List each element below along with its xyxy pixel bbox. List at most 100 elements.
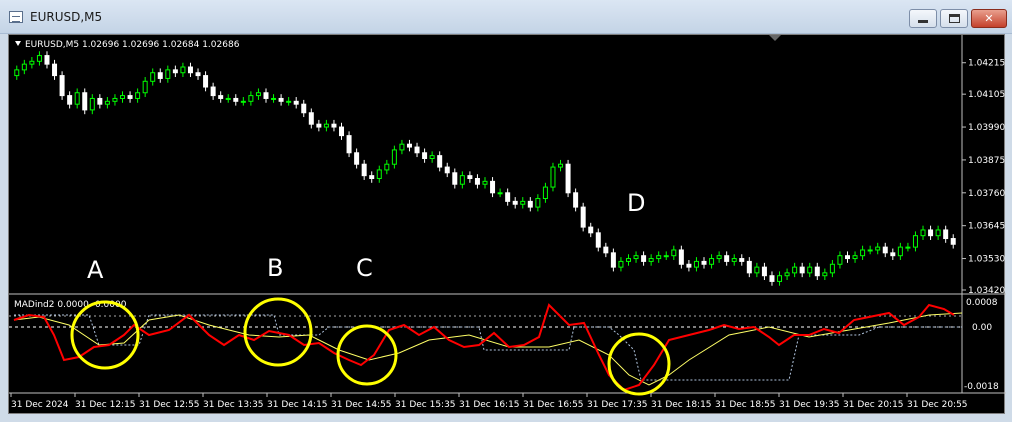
candle-body [210,86,216,97]
candle-body [739,258,745,262]
time-tick-label: 31 Dec 17:35 [587,400,648,410]
time-tick-label: 31 Dec 12:55 [139,400,200,410]
candle-body [527,200,533,208]
candle-body [150,72,156,82]
chart-frame[interactable]: EURUSD,M5 1.02696 1.02696 1.02684 1.0268… [8,34,1006,415]
candle-body [127,95,133,99]
indicator-band-upper [14,314,962,381]
candle-body [852,255,858,260]
candle-body [59,75,65,97]
candle-body [882,246,888,254]
time-tick-label: 31 Dec 12:15 [75,400,136,410]
indicator-main-line [13,303,955,392]
indicator-tick-top: 0.0008 [966,298,998,308]
candle-body [671,249,677,257]
candle-body [180,66,186,74]
candle-body [935,229,941,237]
candle-body [89,97,95,111]
highlight-circle-a [70,300,140,370]
candle-body [248,95,254,102]
candles-layer [14,51,956,286]
candle-body [573,192,579,208]
time-axis: 31 Dec 2024 31 Dec 12:15 31 Dec 12:55 31 De… [10,393,968,410]
candle-body [829,263,835,274]
candle-body [414,146,420,154]
candle-body [406,143,412,148]
candle-body [112,97,118,102]
candle-body [172,69,178,74]
candle-body [104,100,110,105]
window-titlebar[interactable]: EURUSD,M5 ✕ [0,0,1012,34]
window-title: EURUSD,M5 [30,10,103,24]
candle-body [67,95,73,105]
price-tick-label: 1.03645 [968,222,1005,232]
candle-body [595,232,601,248]
time-tick-label: 31 Dec 19:35 [779,400,840,410]
candle-body [203,75,209,88]
minimize-button[interactable] [909,9,937,28]
candle-body [746,260,752,274]
candle-body [724,255,730,262]
candle-body [777,275,783,282]
candle-body [558,163,564,168]
candle-body [837,255,843,265]
candle-body [761,266,767,277]
candle-body [263,92,269,99]
candle-body [323,123,329,128]
candle-body [656,255,662,260]
candle-body [678,249,684,265]
time-tick-label: 31 Dec 16:15 [459,400,520,410]
candle-body [467,175,473,180]
maximize-button[interactable] [940,9,968,28]
candle-body [505,192,511,202]
candle-body [716,255,722,260]
candle-body [822,272,828,277]
candle-body [240,100,246,103]
close-button[interactable]: ✕ [971,9,1007,28]
price-tick-label: 1.04105 [968,90,1005,100]
candle-body [950,238,956,245]
candle-body [512,200,518,205]
candle-body [301,103,307,114]
candle-body [97,97,103,105]
candle-body [437,155,443,168]
candle-body [482,180,488,185]
maximize-icon [948,14,960,23]
annotation-c: C [356,254,373,282]
price-tick-label: 1.03990 [968,123,1005,133]
candle-body [255,92,261,97]
candle-body [580,206,586,228]
annotation-a: A [87,256,104,284]
candle-body [603,246,609,254]
candle-body [225,97,231,100]
candle-body [792,266,798,274]
minimize-icon [918,20,928,23]
shift-marker-icon[interactable] [769,35,781,41]
candle-body [520,200,526,205]
candle-body [429,155,435,159]
candle-body [361,163,367,177]
candle-body [550,166,556,188]
time-tick-label: 31 Dec 2024 [11,400,69,410]
annotation-b: B [267,254,283,282]
candle-body [331,123,337,128]
candle-body [490,180,496,194]
candle-body [875,246,881,251]
candle-body [52,63,58,77]
time-tick-label: 31 Dec 18:55 [715,400,776,410]
candle-body [44,55,50,65]
price-chart-canvas[interactable]: EURUSD,M5 1.02696 1.02696 1.02684 1.0268… [9,35,1006,415]
candle-body [422,152,428,159]
candle-body [369,175,375,180]
candle-body [459,175,465,185]
candle-body [187,66,193,74]
candle-body [807,266,813,274]
candle-body [497,192,503,195]
collapse-triangle-icon[interactable] [15,41,21,46]
time-tick-label: 31 Dec 20:15 [843,400,904,410]
candle-body [384,163,390,171]
candle-body [565,163,571,194]
candle-body [120,95,126,99]
indicator-tick-zero: 0.00 [972,323,992,333]
candle-body [814,266,820,277]
